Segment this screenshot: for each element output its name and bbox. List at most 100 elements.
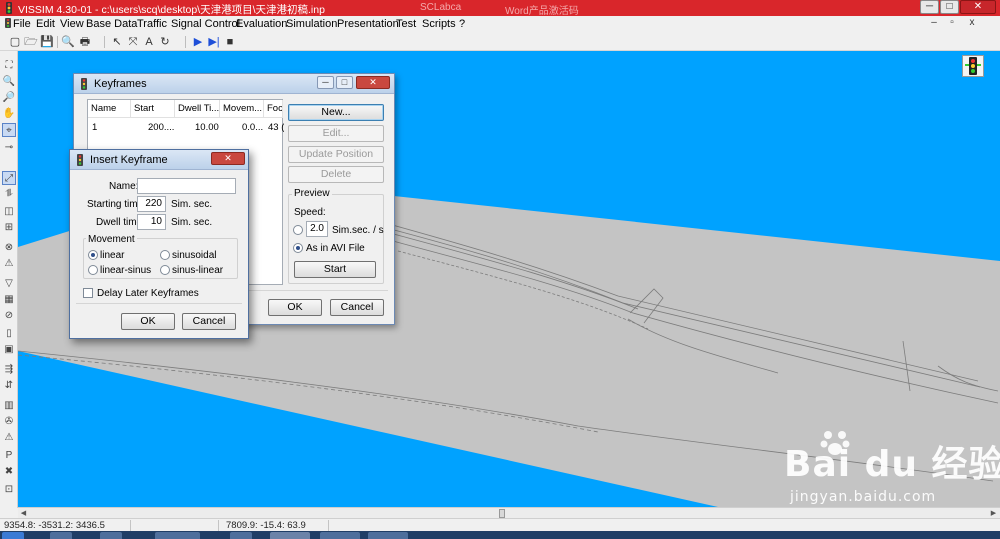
links-tool-icon[interactable]: ⤢ [2,171,16,185]
rotate-icon[interactable]: ↻ [158,35,172,49]
print-icon[interactable]: 🖶 [78,35,92,49]
dialog-minimize-button[interactable]: ─ [317,76,334,89]
taskbar-app-icon[interactable] [100,532,122,539]
taskbar-app-icon[interactable] [368,532,408,539]
stop-sign-icon[interactable]: ▦ [2,293,16,307]
insert-keyframe-title-bar[interactable]: Insert Keyframe ✕ [70,150,248,170]
menu-test[interactable]: Test [396,18,416,30]
column-header-name[interactable]: Name [88,100,131,118]
signal-head-icon[interactable]: ▯ [2,327,16,341]
menu-presentation[interactable]: Presentation [337,18,399,30]
menu-signal-control[interactable]: Signal Control [171,18,240,30]
speed-input[interactable]: 2.0 [306,221,328,237]
update-position-button[interactable]: Update Position [288,146,384,163]
ok-button[interactable]: OK [121,313,175,330]
taskbar-app-icon[interactable] [50,532,72,539]
mdi-close-button[interactable]: x [965,17,979,30]
avi-file-radio[interactable] [293,243,303,253]
priority-rule-icon[interactable]: ▽ [2,277,16,291]
traffic-signal-icon[interactable] [962,55,984,77]
dwell-time-input[interactable]: 10 [137,214,166,230]
taskbar-app-icon[interactable] [270,532,310,539]
column-header-movement[interactable]: Movem... [220,100,264,118]
movement-sinus-linear-radio[interactable] [160,265,170,275]
pan-hand-icon[interactable]: ✋ [2,107,16,121]
select-arrow-icon[interactable]: ↖ [110,35,124,49]
taskbar-app-icon[interactable] [230,532,252,539]
dialog-maximize-button[interactable]: □ [336,76,353,89]
fly-mode-icon[interactable]: ⊸ [2,141,16,155]
zoom-in-icon[interactable]: 🔍 [2,75,16,89]
parking-lot-icon[interactable]: P [2,449,16,463]
3d-model-icon[interactable]: ⊡ [2,483,16,497]
delay-keyframes-checkbox[interactable] [83,288,93,298]
close-button[interactable]: ✕ [960,0,996,14]
movement-sinusoidal-radio[interactable] [160,250,170,260]
dialog-close-button[interactable]: ✕ [356,76,390,89]
movement-linear-radio[interactable] [88,250,98,260]
open-file-icon[interactable]: 🗁 [24,35,38,49]
label-icon[interactable]: A [142,35,156,49]
ok-button[interactable]: OK [268,299,322,316]
new-file-icon[interactable]: ▢ [8,35,22,49]
zoom-window-icon[interactable]: ⛶ [2,59,16,73]
mdi-minimize-button[interactable]: – [927,17,941,30]
taskbar-app-icon[interactable] [320,532,360,539]
menu-help[interactable]: ? [459,18,465,30]
cancel-button[interactable]: Cancel [182,313,236,330]
start-preview-button[interactable]: Start [294,261,376,278]
play-icon[interactable]: ▶ [191,35,205,49]
speed-radio[interactable] [293,225,303,235]
menu-base-data[interactable]: Base Data [86,18,137,30]
queue-counter-icon[interactable]: ⚠ [2,431,16,445]
start-button-icon[interactable] [2,532,24,539]
menu-simulation[interactable]: Simulation [286,18,337,30]
menu-traffic[interactable]: Traffic [137,18,167,30]
vehicle-input-icon[interactable]: ◫ [2,205,16,219]
routing-icon[interactable]: ⊞ [2,221,16,235]
keyframes-title-bar[interactable]: Keyframes ─ □ ✕ [74,74,394,94]
stop-sign-icon[interactable]: ⊘ [2,309,16,323]
stop-icon[interactable]: ■ [223,35,237,49]
minimize-button[interactable]: ─ [920,0,939,14]
detector-icon[interactable]: ▣ [2,343,16,357]
nodes-icon[interactable]: ✖ [2,465,16,479]
connector-tool-icon[interactable]: ⥮ [2,187,16,201]
maximize-button[interactable]: □ [940,0,959,14]
new-keyframe-button[interactable]: New... [288,104,384,121]
column-header-focus[interactable]: Foc [264,100,283,118]
menu-view[interactable]: View [60,18,84,30]
cancel-button[interactable]: Cancel [330,299,384,316]
print-preview-icon[interactable]: 🔍 [61,35,75,49]
horizontal-scrollbar[interactable]: ◀ ▶ [18,507,1000,518]
menu-evaluation[interactable]: Evaluation [236,18,287,30]
taskbar-app-icon[interactable] [155,532,200,539]
transit-stop-icon[interactable]: ⇶ [2,363,16,377]
name-input[interactable] [137,178,236,194]
movement-linear-sinus-radio[interactable] [88,265,98,275]
rotate-view-icon[interactable]: ⌖ [2,123,16,137]
mdi-restore-button[interactable]: ▫ [945,17,959,30]
scroll-thumb[interactable] [499,509,505,518]
menu-file[interactable]: File [13,18,31,30]
menu-scripts[interactable]: Scripts [422,18,456,30]
zoom-out-icon[interactable]: 🔎 [2,91,16,105]
multiselect-icon[interactable]: ⤧ [126,35,140,49]
column-header-start[interactable]: Start [131,100,175,118]
edit-keyframe-button[interactable]: Edit... [288,125,384,142]
travel-time-icon[interactable]: ✇ [2,415,16,429]
vissim-app-icon [75,154,85,166]
os-taskbar [0,531,1000,539]
save-icon[interactable]: 💾 [40,35,54,49]
data-collection-icon[interactable]: ▥ [2,399,16,413]
delete-keyframe-button[interactable]: Delete [288,166,384,183]
menu-edit[interactable]: Edit [36,18,55,30]
column-header-dwell[interactable]: Dwell Ti... [175,100,220,118]
mdi-window-icon[interactable] [4,18,12,31]
dialog-close-button[interactable]: ✕ [211,152,245,165]
reduced-speed-icon[interactable]: ⚠ [2,257,16,271]
step-icon[interactable]: ▶| [207,35,221,49]
transit-line-icon[interactable]: ⇵ [2,379,16,393]
speed-decision-icon[interactable]: ⊗ [2,241,16,255]
starting-time-input[interactable]: 220 [137,196,166,212]
